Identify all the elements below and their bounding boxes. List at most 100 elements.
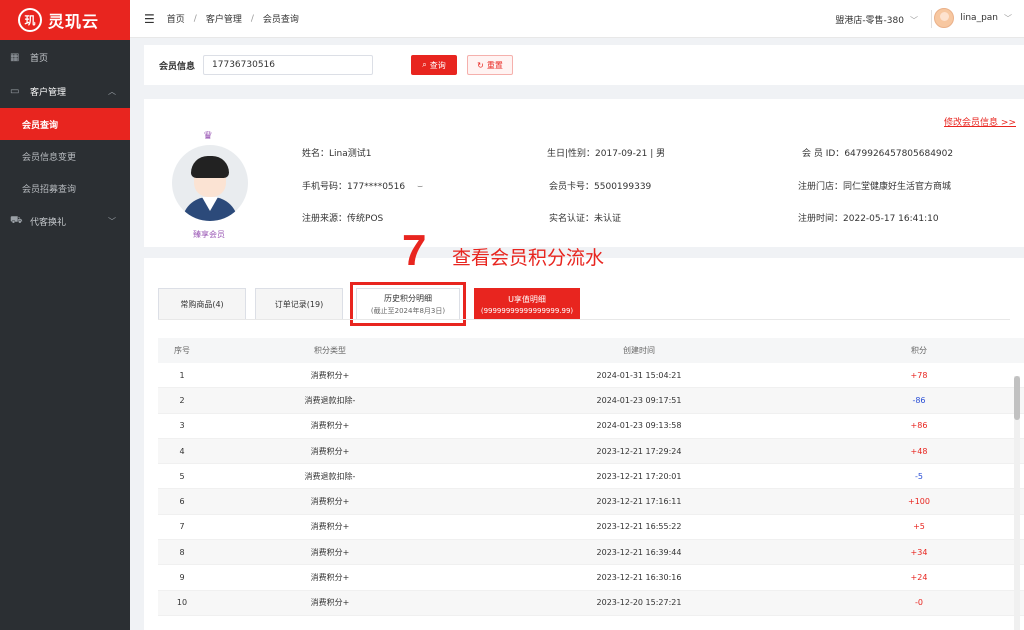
cell-time: 2024-01-23 09:13:58 [596,421,682,431]
edit-member-link[interactable]: 修改会员信息 >> [944,115,1016,128]
avatar [934,8,955,28]
cell-no: 8 [179,547,185,557]
table-scrollbar[interactable] [1014,376,1020,630]
member-search-input[interactable] [203,55,374,75]
header-divider [931,10,932,28]
tab-order-records[interactable]: 订单记录(19) [255,288,343,320]
breadcrumb-customer[interactable]: 客户管理 [206,12,242,25]
table-header: 序号 积分类型 创建时间 积分 [158,338,1024,363]
sidebar-item-member-query[interactable]: 会员查询 [0,108,130,140]
info-name: 姓名：Lina测试1 [302,149,372,159]
chevron-down-icon: ﹀ [108,216,116,226]
sidebar-item-gift[interactable]: ⛟ 代客换礼 ﹀ [0,204,130,238]
table-body: 1 消费积分+ 2024-01-31 15:04:21 +78 2 消费退款扣除- 2024… [158,363,1024,616]
table-row: 9 消费积分+ 2023-12-21 16:30:16 +24 [158,565,1024,591]
cell-time: 2023-12-21 16:30:16 [596,573,682,583]
info-auth: 实名认证：未认证 [549,214,622,224]
user-menu[interactable]: lina_pan ﹀ [934,8,1012,28]
chevron-up-icon: ︿ [108,86,116,96]
cell-points: +100 [908,497,930,507]
cell-type: 消费退款扣除- [304,395,356,405]
cell-type: 消费退款扣除- [304,471,356,481]
cell-no: 6 [179,497,185,507]
chevron-down-icon: ﹀ [1004,13,1012,23]
refresh-icon: ↻ [477,60,484,70]
query-button[interactable]: ⌕ 查询 [411,55,457,75]
header-time: 创建时间 [623,346,655,355]
cell-points: -5 [915,471,923,481]
cell-type: 消费积分+ [310,598,350,608]
record-panel: 常购商品(4) 订单记录(19) 历史积分明细 (截止至2024年8月3日) U… [144,258,1024,630]
app-logo[interactable]: 玑 灵玑云 [0,0,130,40]
table-row: 7 消费积分+ 2023-12-21 16:55:22 +5 [158,515,1024,541]
app-name: 灵玑云 [48,12,100,31]
cell-time: 2023-12-21 17:20:01 [596,471,682,481]
scrollbar-thumb[interactable] [1014,376,1020,420]
info-birthday: 生日|性别：2017-09-21 | 男 [547,149,666,159]
cell-no: 1 [179,370,185,380]
store-select[interactable]: 盟港店-零售-380 ﹀ [835,13,918,26]
cell-no: 2 [179,395,185,405]
search-label: 会员信息 [159,61,196,72]
breadcrumb-current: 会员查询 [262,15,299,25]
cell-time: 2023-12-21 16:39:44 [596,547,682,557]
cell-time: 2024-01-23 09:17:51 [596,395,682,405]
cell-type: 消费积分+ [310,370,350,380]
logo-mark: 玑 [18,8,42,32]
menu-toggle-icon[interactable]: ☰ [144,12,155,26]
member-avatar [172,145,248,221]
cell-time: 2023-12-21 17:16:11 [596,497,682,507]
cell-type: 消费积分+ [310,421,350,431]
sidebar-item-customer[interactable]: ▭ 客户管理 ︿ [0,74,130,108]
cell-points: +48 [910,446,928,456]
cell-no: 10 [176,598,188,608]
breadcrumb-home[interactable]: 首页 [167,12,185,25]
cell-type: 消费积分+ [310,573,350,583]
sidebar-item-member-change[interactable]: 会员信息变更 [0,140,130,172]
table-row: 10 消费积分+ 2023-12-20 15:27:21 -0 [158,590,1024,616]
search-panel: 会员信息 ⌕查询 ↻重置 [144,45,1024,85]
sidebar-item-label: 客户管理 [30,87,67,98]
tab-u-value-detail[interactable]: U享值明细 (99999999999999999.99) [474,288,580,320]
table-row: 1 消费积分+ 2024-01-31 15:04:21 +78 [158,363,1024,389]
cell-time: 2024-01-31 15:04:21 [596,370,682,380]
cell-no: 5 [179,471,185,481]
reset-button[interactable]: ↻ 重置 [467,55,513,75]
grid-icon: ▦ [10,51,20,63]
search-icon: ⌕ [422,60,427,69]
cell-no: 3 [179,421,185,431]
info-regtime: 注册时间：2022-05-17 16:41:10 [798,214,939,224]
eye-closed-icon[interactable]: ⌣ [417,182,423,192]
breadcrumb: 首页 / 客户管理 / 会员查询 [166,12,299,26]
cell-points: +78 [910,370,928,380]
store-name: 盟港店-零售-380 [835,16,904,26]
cell-no: 7 [179,522,185,532]
info-card: 会员卡号：5500199339 [549,182,652,192]
header-points: 积分 [911,346,927,355]
member-info-panel: 修改会员信息 >> ♛ 臻享会员 姓名：Lina测试1 生日|性别：2017-0… [144,99,1024,247]
tab-points-history[interactable]: 历史积分明细 (截止至2024年8月3日) [356,288,460,320]
cell-type: 消费积分+ [310,497,350,507]
tab-divider [158,319,1010,320]
cell-time: 2023-12-21 17:29:24 [596,446,682,456]
header-type: 积分类型 [314,346,346,355]
cell-type: 消费积分+ [310,547,350,557]
table-row: 6 消费积分+ 2023-12-21 17:16:11 +100 [158,489,1024,515]
table-row: 2 消费退款扣除- 2024-01-23 09:17:51 -86 [158,388,1024,414]
cart-icon: ⛟ [10,214,23,226]
cell-points: +24 [910,573,928,583]
tab-frequent-products[interactable]: 常购商品(4) [158,288,246,320]
info-phone: 手机号码：177****0516 ⌣ [302,182,424,192]
sidebar-item-label: 代客换礼 [30,217,67,228]
sidebar-item-member-recruit[interactable]: 会员招募查询 [0,172,130,204]
header-no: 序号 [174,346,190,355]
box-icon: ▭ [10,85,20,97]
sidebar-item-home[interactable]: ▦ 首页 [0,40,130,74]
info-store: 注册门店：同仁堂健康好生活官方商城 [798,182,952,192]
username: lina_pan [960,13,998,23]
points-table: 序号 积分类型 创建时间 积分 1 消费积分+ 2024-01-31 15:04:2… [158,338,1024,616]
sidebar-item-label: 首页 [30,53,49,64]
info-member-id: 会 员 ID：6479926457805684902 [802,149,954,159]
cell-points: -0 [915,598,923,608]
crown-icon: ♛ [203,129,213,142]
